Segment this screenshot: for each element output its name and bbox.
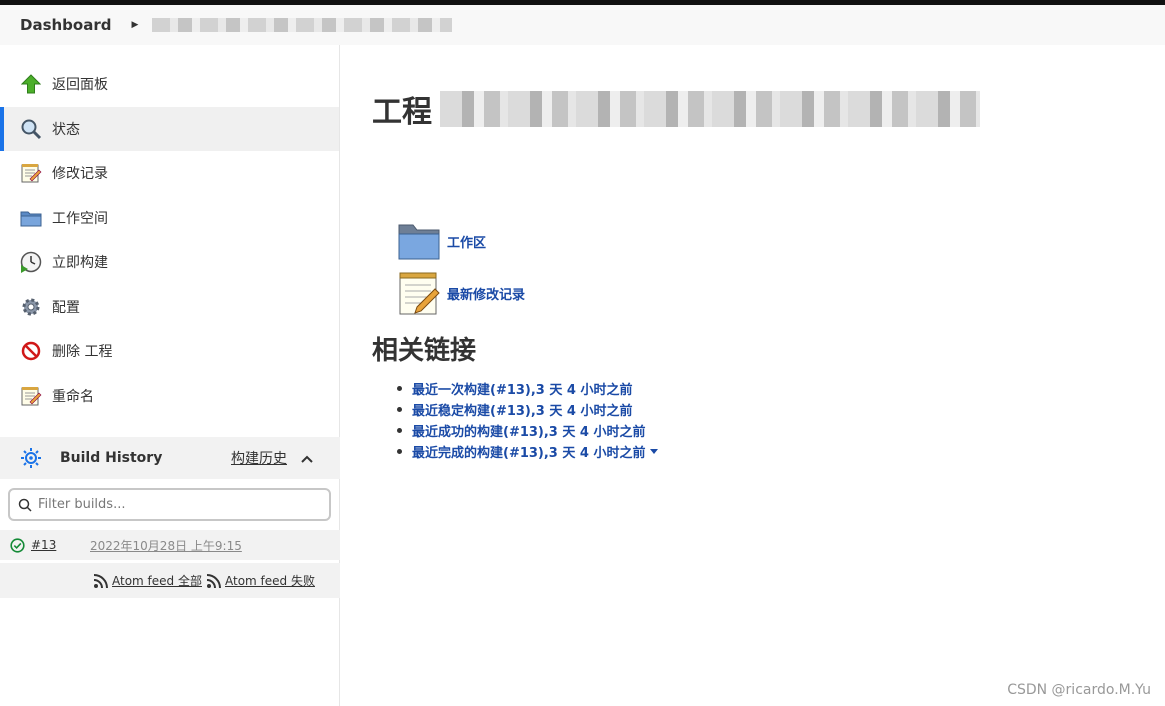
breadcrumb-dashboard[interactable]: Dashboard — [20, 16, 111, 34]
task-changes[interactable]: 修改记录 — [0, 151, 339, 196]
project-name-redacted — [440, 91, 980, 127]
folder-icon — [397, 221, 441, 261]
task-label: 状态 — [52, 121, 80, 138]
notepad-icon — [20, 162, 42, 184]
build-number-link[interactable]: #13 — [31, 538, 56, 552]
task-delete-project[interactable]: 删除 工程 — [0, 329, 339, 374]
task-build-now[interactable]: 立即构建 — [0, 240, 339, 285]
permalink-label[interactable]: 最近成功的构建(#13),3 天 4 小时之前 — [412, 421, 645, 440]
task-label: 修改记录 — [52, 166, 108, 183]
breadcrumb-separator-icon[interactable]: ▶ — [131, 20, 138, 30]
atom-feeds: Atom feed 全部 Atom feed 失败 — [0, 563, 340, 598]
task-label: 工作空间 — [52, 210, 108, 227]
rss-icon — [93, 573, 109, 589]
build-time-link[interactable]: 2022年10月28日 上午9:15 — [90, 537, 242, 554]
clock-icon — [20, 251, 42, 274]
permalinks-list: 最近一次构建(#13),3 天 4 小时之前 最近稳定构建(#13),3 天 4… — [397, 378, 659, 462]
permalink-label[interactable]: 最近稳定构建(#13),3 天 4 小时之前 — [412, 400, 632, 419]
workspace-label[interactable]: 工作区 — [447, 232, 486, 251]
sidebar: 返回面板 状态 修改记录 工作空间 立即构建 配置 删除 工程 重命名 Buil… — [0, 45, 340, 706]
atom-feed-all-label: Atom feed 全部 — [112, 574, 202, 588]
build-history-title: Build History — [20, 447, 162, 469]
task-rename[interactable]: 重命名 — [0, 374, 339, 419]
task-label: 重命名 — [52, 388, 94, 405]
permalink-label[interactable]: 最近一次构建(#13),3 天 4 小时之前 — [412, 379, 632, 398]
task-label: 返回面板 — [52, 77, 108, 94]
folder-icon — [20, 207, 42, 229]
main-panel: 工程 工作区 最新修改记录 相关链接 最近一次构建(#13),3 天 4 小时之… — [341, 45, 1165, 706]
dropdown-caret-icon[interactable] — [650, 449, 659, 454]
gear-icon — [20, 296, 42, 318]
task-label: 配置 — [52, 299, 80, 316]
task-status[interactable]: 状态 — [0, 106, 339, 151]
success-check-icon — [10, 537, 25, 553]
notepad-icon — [20, 385, 42, 407]
page-title: 工程 — [372, 87, 980, 131]
permalink-last-stable[interactable]: 最近稳定构建(#13),3 天 4 小时之前 — [397, 399, 658, 420]
build-trend-link[interactable]: 构建历史 — [231, 448, 287, 468]
task-label: 删除 工程 — [52, 344, 113, 361]
permalink-last-completed[interactable]: 最近完成的构建(#13),3 天 4 小时之前 — [397, 441, 659, 462]
recent-changes-label[interactable]: 最新修改记录 — [447, 284, 525, 303]
task-configure[interactable]: 配置 — [0, 285, 339, 330]
task-workspace[interactable]: 工作空间 — [0, 196, 339, 241]
recent-changes-link[interactable]: 最新修改记录 — [391, 270, 525, 316]
task-label: 立即构建 — [52, 255, 108, 272]
permalink-label[interactable]: 最近完成的构建(#13),3 天 4 小时之前 — [412, 442, 645, 461]
atom-feed-failed-label: Atom feed 失败 — [225, 574, 315, 588]
build-history-label: Build History — [60, 450, 163, 466]
related-links-heading: 相关链接 — [372, 336, 477, 366]
breadcrumb-bar: Dashboard ▶ — [0, 0, 1165, 45]
search-icon — [18, 498, 32, 512]
filter-builds-field[interactable] — [8, 488, 331, 521]
magnifier-icon — [20, 118, 42, 140]
build-history-icon — [20, 447, 42, 469]
watermark: CSDN @ricardo.M.Yu — [1007, 682, 1151, 698]
build-row[interactable]: #13 2022年10月28日 上午9:15 — [0, 530, 340, 560]
no-entry-icon — [20, 340, 42, 362]
atom-feed-all-link[interactable]: Atom feed 全部 — [93, 572, 202, 589]
permalink-last-build[interactable]: 最近一次构建(#13),3 天 4 小时之前 — [397, 378, 658, 399]
task-back-to-dashboard[interactable]: 返回面板 — [0, 62, 339, 107]
breadcrumb-project-redacted[interactable] — [152, 18, 453, 32]
build-history-header: Build History 构建历史 — [0, 437, 340, 479]
notepad-icon — [397, 270, 441, 316]
rss-icon — [206, 573, 222, 589]
chevron-up-icon[interactable] — [300, 449, 314, 468]
filter-builds-input[interactable] — [38, 497, 298, 512]
workspace-link[interactable]: 工作区 — [391, 221, 486, 261]
page-title-prefix: 工程 — [372, 95, 432, 130]
atom-feed-failed-link[interactable]: Atom feed 失败 — [206, 572, 315, 589]
permalink-last-successful[interactable]: 最近成功的构建(#13),3 天 4 小时之前 — [397, 420, 658, 441]
up-arrow-icon — [20, 73, 42, 95]
